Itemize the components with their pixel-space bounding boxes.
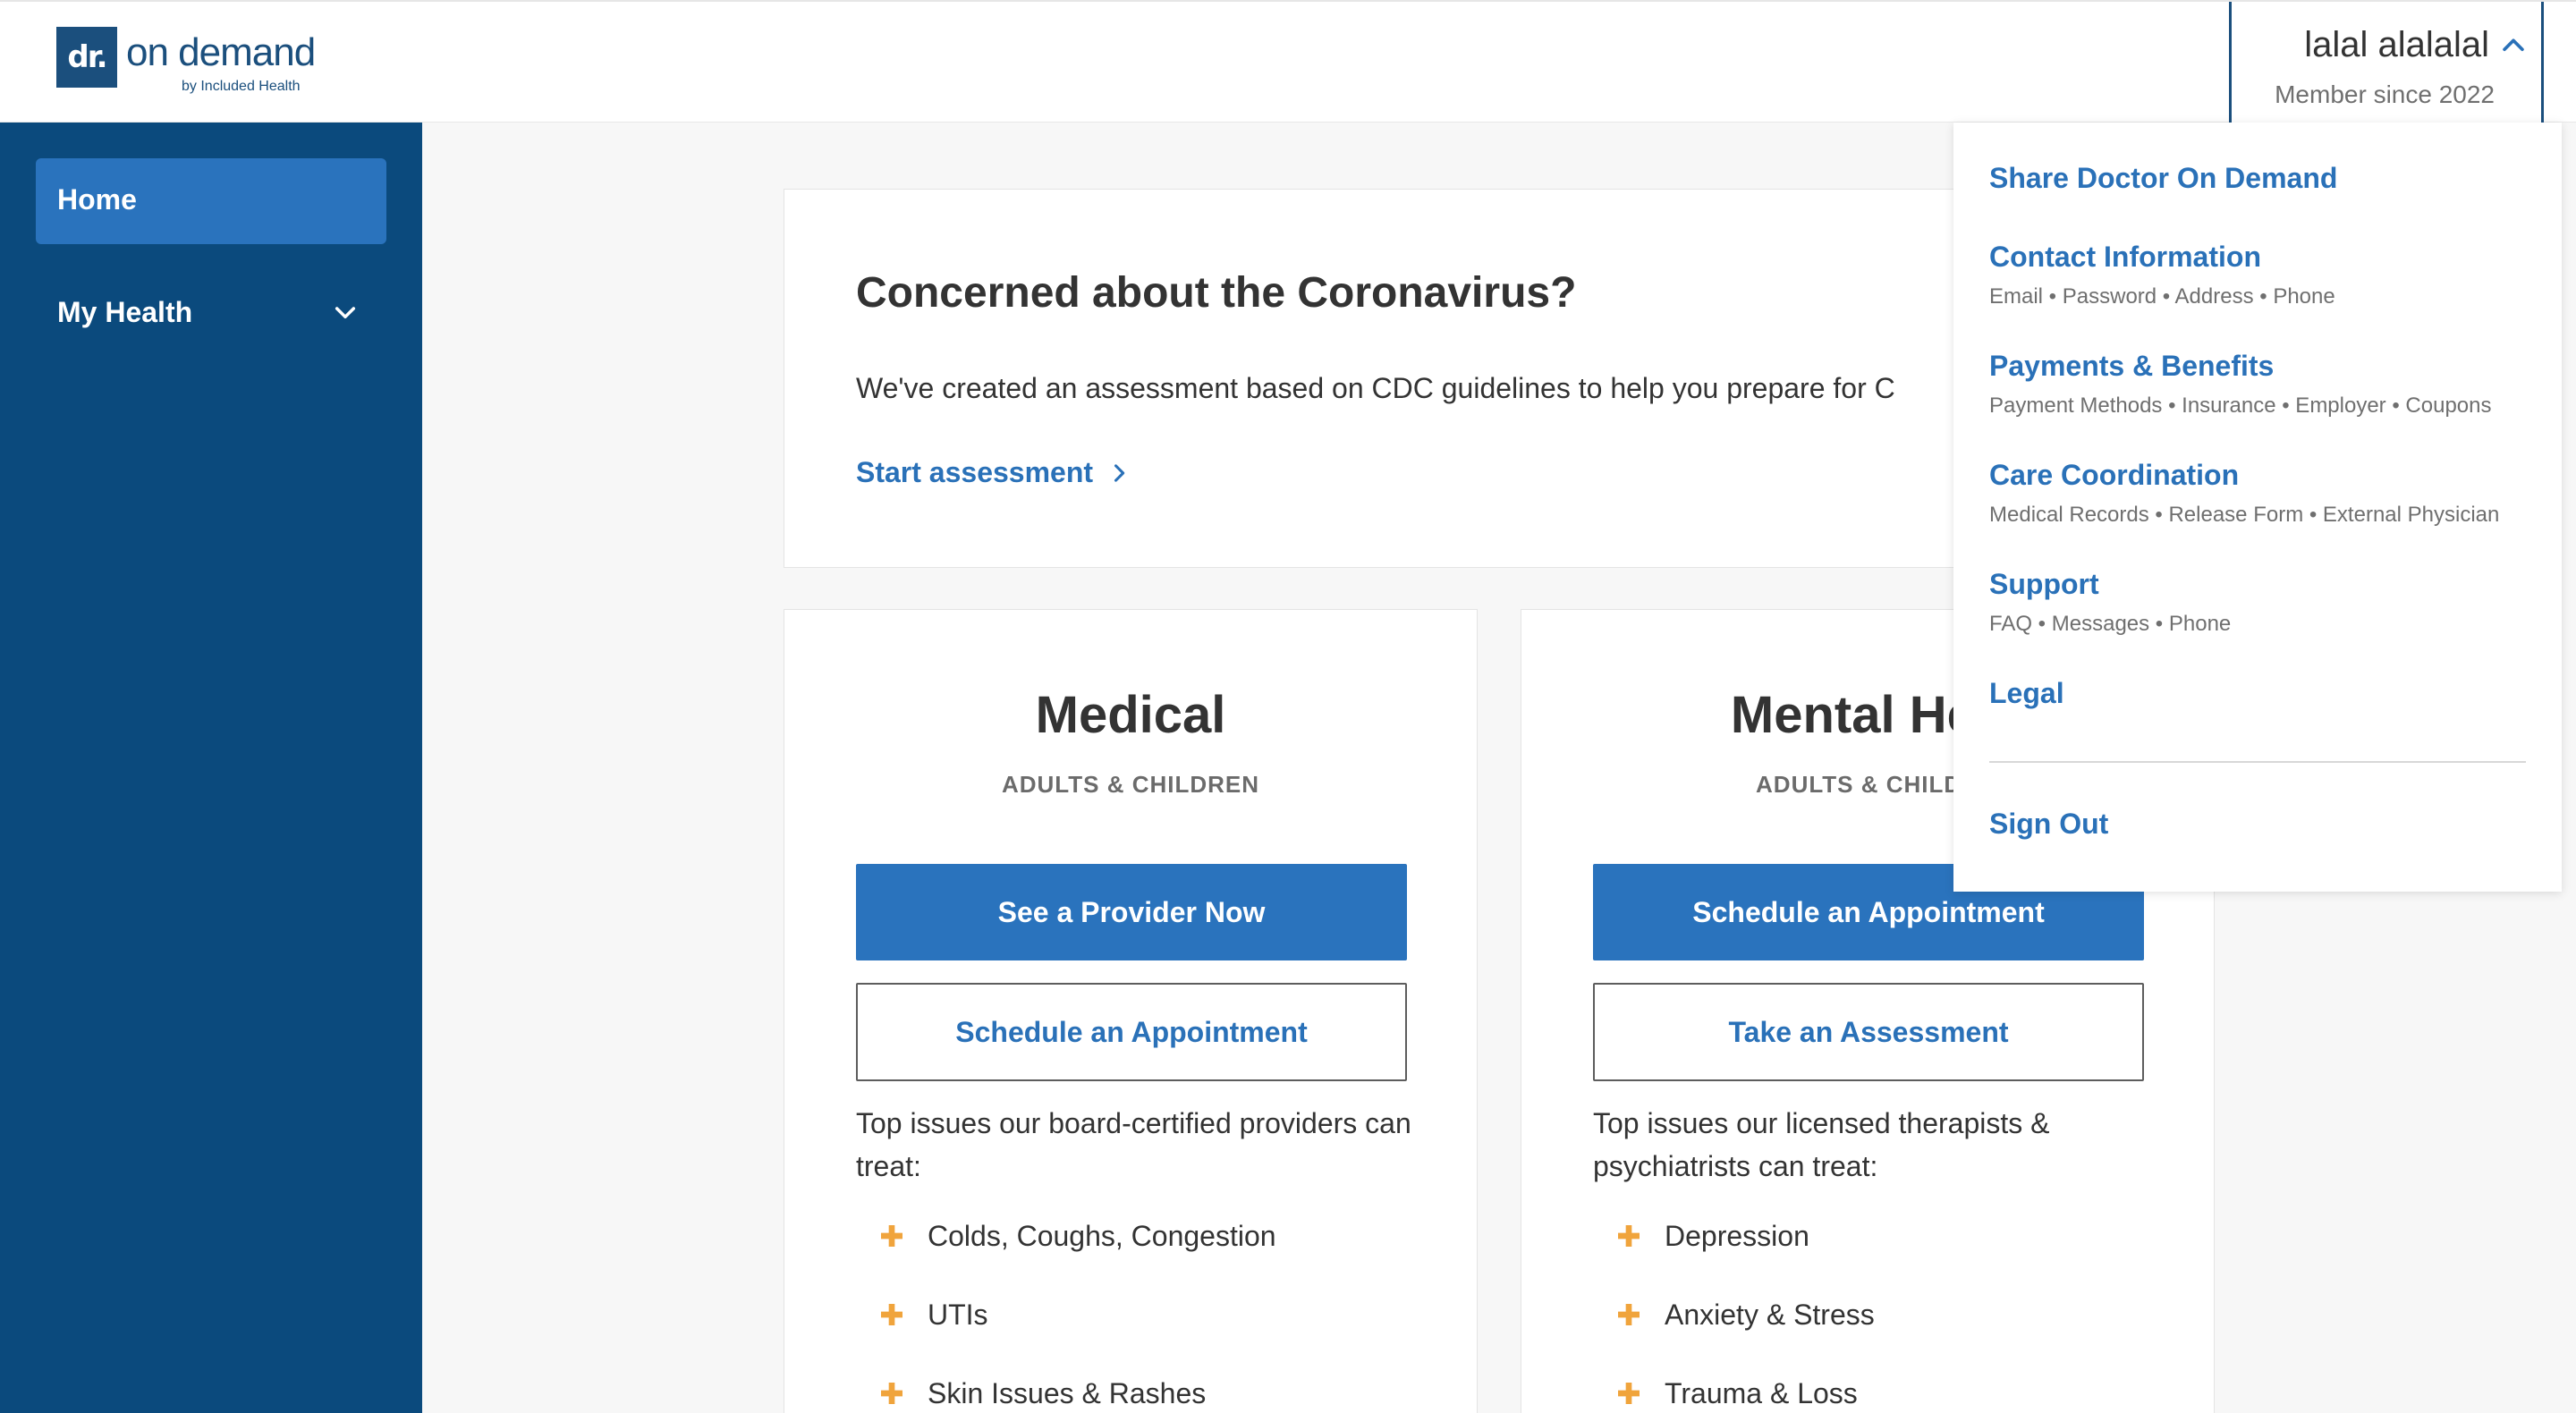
- medical-card: Medical ADULTS & CHILDREN See a Provider…: [784, 609, 1478, 1413]
- top-header: dr. on demand by Included Health lalal a…: [0, 0, 2576, 124]
- sidebar-item-my-health[interactable]: My Health: [36, 276, 386, 348]
- sidebar-item-home[interactable]: Home: [36, 158, 386, 244]
- menu-item-legal[interactable]: Legal: [1989, 677, 2064, 710]
- menu-item-support[interactable]: Support FAQ • Messages • Phone: [1989, 568, 2231, 637]
- sidebar: Home My Health: [0, 123, 422, 1413]
- user-name: lalal alalalal: [2304, 25, 2489, 64]
- menu-item-care-coordination[interactable]: Care Coordination Medical Records • Rele…: [1989, 459, 2499, 528]
- plus-icon: [1618, 1304, 1640, 1325]
- issue-label: Trauma & Loss: [1665, 1377, 1858, 1409]
- menu-item-title: Care Coordination: [1989, 459, 2240, 491]
- menu-item-title: Share Doctor On Demand: [1989, 162, 2338, 194]
- logo-mark: dr.: [56, 27, 117, 88]
- coronavirus-title: Concerned about the Coronavirus?: [856, 269, 1577, 317]
- menu-item-description: FAQ • Messages • Phone: [1989, 612, 2232, 636]
- user-dropdown-menu: Share Doctor On Demand Contact Informati…: [1953, 123, 2562, 892]
- menu-item-description: Payment Methods • Insurance • Employer •…: [1989, 393, 2492, 418]
- menu-item-title: Payments & Benefits: [1989, 350, 2275, 382]
- coronavirus-description: We've created an assessment based on CDC…: [856, 372, 1895, 404]
- plus-icon: [881, 1225, 902, 1247]
- menu-divider: [1989, 761, 2526, 763]
- menu-item-description: Medical Records • Release Form • Externa…: [1989, 503, 2500, 527]
- start-assessment-link[interactable]: Start assessment: [856, 456, 1093, 489]
- sidebar-item-label: Home: [57, 183, 137, 216]
- member-since: Member since 2022: [2275, 80, 2495, 108]
- menu-item-title: Legal: [1989, 677, 2064, 709]
- card-description: Top issues our board-certified providers…: [856, 1107, 1411, 1182]
- issue-label: Skin Issues & Rashes: [928, 1377, 1207, 1409]
- sidebar-item-label: My Health: [57, 296, 193, 328]
- sign-out-label: Sign Out: [1989, 808, 2109, 840]
- menu-item-payments-benefits[interactable]: Payments & Benefits Payment Methods • In…: [1989, 350, 2491, 419]
- see-provider-now-button[interactable]: See a Provider Now: [856, 864, 1407, 960]
- plus-icon: [881, 1304, 902, 1325]
- card-title: Medical: [1035, 686, 1226, 744]
- menu-item-title: Contact Information: [1989, 241, 2261, 273]
- plus-icon: [1618, 1383, 1640, 1404]
- issue-label: Depression: [1665, 1220, 1809, 1252]
- chevron-down-icon: [335, 307, 356, 319]
- user-menu-toggle[interactable]: lalal alalalal Member since 2022: [2229, 2, 2544, 124]
- sign-out-link[interactable]: Sign Out: [1989, 808, 2108, 841]
- logo-name: on demand: [126, 30, 316, 74]
- chevron-up-icon: [2503, 38, 2524, 52]
- issue-label: Colds, Coughs, Congestion: [928, 1220, 1276, 1252]
- plus-icon: [881, 1383, 902, 1404]
- menu-item-description: Email • Password • Address • Phone: [1989, 284, 2335, 309]
- take-assessment-button[interactable]: Take an Assessment: [1593, 983, 2144, 1081]
- logo-byline: by Included Health: [182, 79, 301, 94]
- issue-label: Anxiety & Stress: [1665, 1299, 1875, 1331]
- chevron-right-icon[interactable]: [1106, 460, 1131, 487]
- menu-item-title: Support: [1989, 568, 2099, 600]
- issue-label: UTIs: [928, 1299, 988, 1331]
- menu-item-contact-information[interactable]: Contact Information Email • Password • A…: [1989, 241, 2335, 309]
- card-subtitle: ADULTS & CHILDREN: [1001, 771, 1260, 798]
- menu-item-share[interactable]: Share Doctor On Demand: [1989, 162, 2337, 195]
- plus-icon: [1618, 1225, 1640, 1247]
- card-description: Top issues our licensed therapists & psy…: [1593, 1107, 2050, 1182]
- schedule-appointment-button[interactable]: Schedule an Appointment: [856, 983, 1407, 1081]
